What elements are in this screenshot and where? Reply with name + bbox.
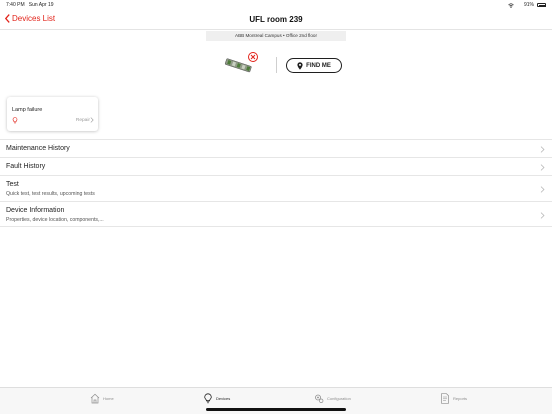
document-icon: [441, 393, 449, 404]
wifi-icon: [508, 2, 514, 8]
error-badge-icon: [248, 52, 258, 62]
tab-label: Reports: [453, 396, 468, 401]
tab-label: Home: [103, 396, 114, 401]
gears-icon: [315, 394, 324, 403]
chevron-right-icon: [540, 163, 545, 171]
location-label: ABB Montreal Campus • Office 2nd floor: [206, 31, 346, 41]
status-time: 7:40 PM Sun Apr 19: [6, 2, 54, 8]
tab-reports[interactable]: Reports: [440, 393, 467, 404]
status-clock: 7:40 PM: [6, 2, 25, 8]
lightbulb-icon: [204, 393, 212, 404]
menu-item-title: Device Information: [6, 207, 65, 214]
chevron-right-icon: [540, 185, 545, 193]
chevron-right-icon: [540, 211, 545, 219]
tab-devices[interactable]: Devices: [203, 393, 230, 404]
page-title: UFL room 239: [249, 15, 303, 24]
moon-icon: [517, 3, 520, 7]
menu-item-subtitle: Properties, device location, components,…: [6, 217, 104, 223]
tab-home[interactable]: Home: [90, 393, 114, 404]
status-indicators: 91%: [508, 2, 546, 8]
menu-item-title: Fault History: [6, 163, 46, 170]
chevron-right-icon: [540, 145, 545, 153]
home-icon: [90, 393, 100, 404]
device-menu: Maintenance History Fault History Test Q…: [0, 139, 552, 227]
fault-title: Lamp failure: [12, 107, 43, 113]
tab-label: Configuration: [327, 396, 351, 401]
status-bar: 7:40 PM Sun Apr 19 91%: [0, 0, 552, 10]
tab-configuration[interactable]: Configuration: [314, 393, 351, 404]
menu-item-title: Maintenance History: [6, 145, 70, 152]
tab-label: Devices: [216, 396, 231, 401]
menu-item-device-information[interactable]: Device Information Properties, device lo…: [0, 201, 552, 227]
device-image: [224, 52, 258, 73]
menu-item-fault-history[interactable]: Fault History: [0, 157, 552, 175]
menu-item-title: Test: [6, 181, 19, 188]
menu-item-test[interactable]: Test Quick test, test results, upcoming …: [0, 175, 552, 201]
fault-card[interactable]: Lamp failure Repair: [7, 97, 98, 131]
menu-item-subtitle: Quick test, test results, upcoming tests: [6, 191, 95, 197]
home-indicator: [206, 408, 346, 411]
vertical-divider: [276, 57, 277, 73]
location-pin-icon: [297, 61, 303, 70]
chevron-right-icon: [90, 117, 94, 123]
navigation-bar: Devices List UFL room 239: [0, 10, 552, 30]
status-date: Sun Apr 19: [28, 2, 54, 8]
tab-bar: Home Devices Configuration Reports: [0, 387, 552, 414]
repair-label: Repair: [75, 118, 90, 123]
battery-icon: [537, 3, 546, 7]
lightbulb-warning-icon: [12, 117, 18, 124]
menu-item-maintenance-history[interactable]: Maintenance History: [0, 139, 552, 157]
app-screen: 7:40 PM Sun Apr 19 91% Devices List UFL …: [0, 0, 552, 414]
battery-percent: 91%: [523, 2, 534, 8]
find-me-label: FIND ME: [306, 62, 331, 69]
find-me-button[interactable]: FIND ME: [286, 58, 342, 73]
